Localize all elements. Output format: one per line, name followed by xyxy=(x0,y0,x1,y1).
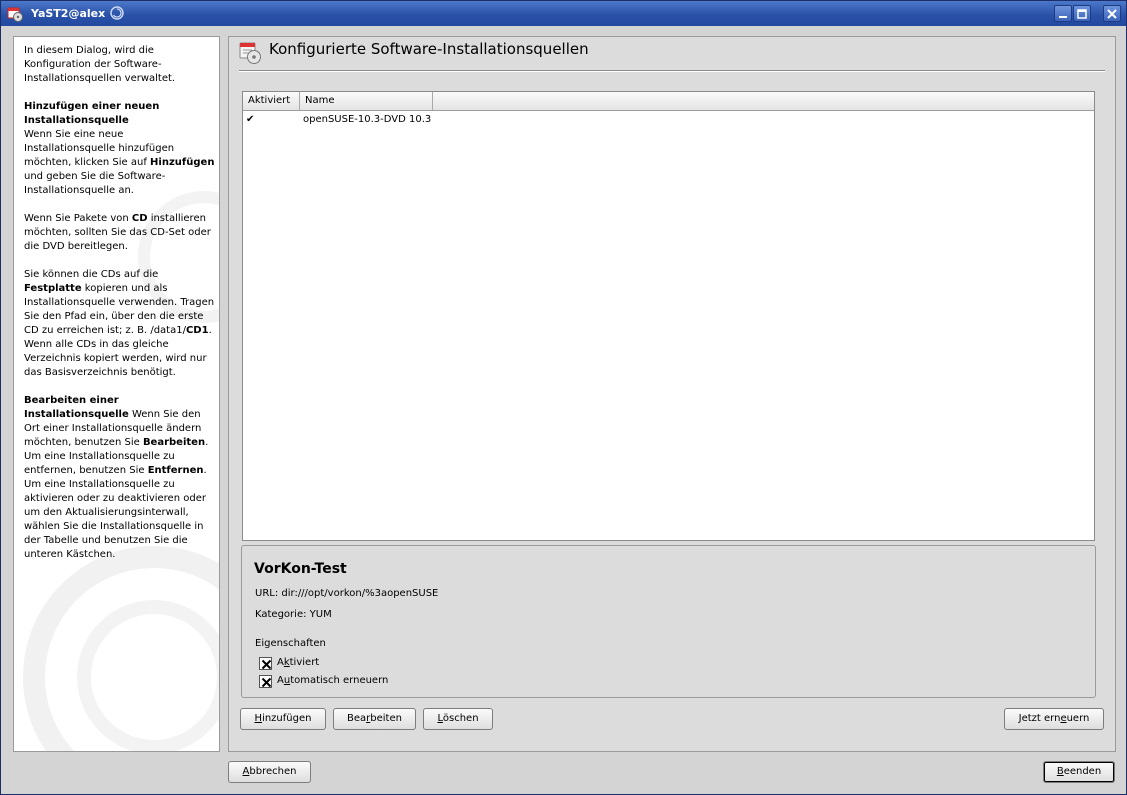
close-icon xyxy=(1107,9,1117,19)
main-panel: Konfigurierte Software-Installationsquel… xyxy=(228,36,1116,752)
table-header: Aktiviert Name xyxy=(243,92,1094,111)
help-intro: In diesem Dialog, wird die Konfiguration… xyxy=(24,45,176,84)
help-hd-section: Sie können die CDs auf die Festplatte ko… xyxy=(24,269,215,378)
repo-url: URL: dir:///opt/vorkon/%3aopenSUSE xyxy=(255,588,439,599)
help-text: In diesem Dialog, wird die Konfiguration… xyxy=(24,44,216,576)
finish-button[interactable]: Beenden xyxy=(1043,761,1115,783)
minimize-button[interactable] xyxy=(1054,5,1072,22)
sticky-icon[interactable] xyxy=(109,5,125,21)
help-edit-heading: Bearbeiten einer Installationsquelle xyxy=(24,395,129,420)
checkbox-box[interactable] xyxy=(259,675,272,688)
enabled-checkbox-label: Aktiviert xyxy=(277,657,320,668)
help-cd-section: Wenn Sie Pakete von CD installieren möch… xyxy=(24,213,211,252)
check-x-icon xyxy=(261,659,272,670)
repo-category: Kategorie: YUM xyxy=(255,609,332,620)
yast-app-icon xyxy=(7,6,23,22)
minimize-icon xyxy=(1059,16,1067,18)
heading-divider xyxy=(239,70,1105,71)
help-edit-section: Bearbeiten einer Installationsquelle Wen… xyxy=(24,395,209,560)
installation-source-icon xyxy=(239,41,263,65)
cancel-button[interactable]: Abbrechen xyxy=(228,761,311,783)
help-add-section: Hinzufügen einer neuen Installationsquel… xyxy=(24,101,215,196)
title-bar[interactable]: YaST2@alex xyxy=(1,1,1126,26)
help-panel[interactable]: In diesem Dialog, wird die Konfiguration… xyxy=(13,36,220,752)
row-enabled-check: ✔ xyxy=(246,114,255,125)
close-button[interactable] xyxy=(1103,5,1121,22)
edit-button[interactable]: Bearbeiten xyxy=(333,708,416,730)
delete-button[interactable]: Löschen xyxy=(423,708,493,730)
column-header-enabled[interactable]: Aktiviert xyxy=(243,92,300,111)
repo-name: VorKon-Test xyxy=(254,561,347,577)
maximize-button[interactable] xyxy=(1073,5,1091,22)
window-title: YaST2@alex xyxy=(31,7,106,20)
yast-window: YaST2@alex In diesem Dialog, wird die Ko… xyxy=(0,0,1127,795)
check-x-icon xyxy=(261,677,272,688)
add-button[interactable]: Hinzufügen xyxy=(240,708,326,730)
source-details: VorKon-Test URL: dir:///opt/vorkon/%3aop… xyxy=(241,545,1096,698)
autorefresh-checkbox-label: Automatisch erneuern xyxy=(277,675,389,686)
table-row[interactable]: ✔ openSUSE-10.3-DVD 10.3 xyxy=(243,112,1094,128)
refresh-now-button[interactable]: Jetzt erneuern xyxy=(1004,708,1104,730)
help-add-heading: Hinzufügen einer neuen Installationsquel… xyxy=(24,101,160,126)
properties-label: Eigenschaften xyxy=(255,638,326,649)
checkbox-box[interactable] xyxy=(259,657,272,670)
column-header-name[interactable]: Name xyxy=(300,92,433,111)
sources-table[interactable]: Aktiviert Name ✔ openSUSE-10.3-DVD 10.3 xyxy=(242,91,1095,541)
row-name: openSUSE-10.3-DVD 10.3 xyxy=(303,114,432,125)
page-title: Konfigurierte Software-Installationsquel… xyxy=(269,40,589,58)
maximize-icon xyxy=(1077,9,1087,19)
